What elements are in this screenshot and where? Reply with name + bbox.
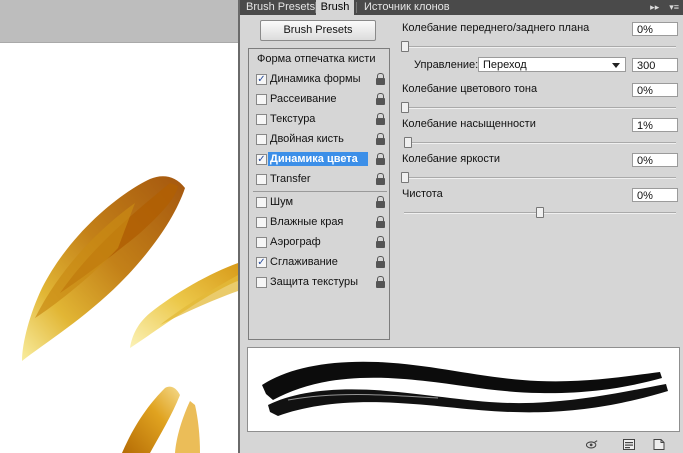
fade-steps-input[interactable]: 300 [632,58,678,72]
slider-thumb[interactable] [404,137,412,148]
panel-menu-icon[interactable]: ▾≡ [669,2,679,13]
option-label: Рассеивание [270,93,337,105]
brush-presets-button[interactable]: Brush Presets [260,20,376,41]
tab-brush-presets[interactable]: Brush Presets [240,0,321,15]
hue-jitter-label: Колебание цветового тона [402,83,538,95]
tab-clone-source[interactable]: Источник клонов [358,0,456,15]
panel-tab-bar: Brush Presets Brush Источник клонов ▸▸ ▾… [240,0,683,15]
lock-icon[interactable] [376,256,385,268]
lock-icon[interactable] [376,93,385,105]
option-label: Динамика цвета [268,152,368,166]
option-label: Шум [270,196,294,208]
saturation-jitter-input[interactable]: 1% [632,118,678,132]
fg-bg-jitter-label: Колебание переднего/заднего плана [402,22,590,34]
tab-divider [356,2,357,13]
option-texture[interactable]: Текстура [249,111,389,129]
option-smoothing[interactable]: ✓ Сглаживание [249,254,389,272]
checkbox[interactable] [256,277,267,288]
purity-slider[interactable] [404,207,676,218]
new-preset-icon[interactable] [623,439,635,450]
create-new-icon[interactable] [653,439,665,450]
tab-brush[interactable]: Brush [316,0,354,15]
brightness-jitter-slider[interactable] [401,172,676,183]
option-label: Transfer [270,173,311,185]
purity-input[interactable]: 0% [632,188,678,202]
lock-icon[interactable] [376,236,385,248]
saturation-jitter-slider[interactable] [404,137,676,148]
lock-icon[interactable] [376,133,385,145]
lock-icon[interactable] [376,196,385,208]
checkbox[interactable]: ✓ [256,154,267,165]
brush-options-list: Форма отпечатка кисти ✓ Динамика формы Р… [248,48,390,340]
option-dual-brush[interactable]: Двойная кисть [249,131,389,149]
document-canvas[interactable] [0,0,238,453]
hue-jitter-input[interactable]: 0% [632,83,678,97]
control-select[interactable]: Переход [478,57,626,72]
hue-jitter-slider[interactable] [401,102,676,113]
checkbox[interactable] [256,134,267,145]
option-label: Динамика формы [270,73,361,85]
checkbox[interactable] [256,94,267,105]
preview-stroke [262,361,668,416]
slider-thumb[interactable] [536,207,544,218]
slider-thumb[interactable] [401,41,409,52]
option-protect-texture[interactable]: Защита текстуры [249,274,389,292]
option-scattering[interactable]: Рассеивание [249,91,389,109]
saturation-jitter-label: Колебание насыщенности [402,118,536,130]
panel-bottom-bar [240,437,683,453]
eye-toggle-icon[interactable] [586,439,598,450]
option-label: Защита текстуры [270,276,359,288]
painted-strokes [22,176,238,453]
lock-icon[interactable] [376,173,385,185]
checkbox[interactable] [256,114,267,125]
collapse-panel-icon[interactable]: ▸▸ [650,2,659,13]
option-label: Влажные края [270,216,344,228]
brightness-jitter-input[interactable]: 0% [632,153,678,167]
slider-thumb[interactable] [401,102,409,113]
fg-bg-jitter-input[interactable]: 0% [632,22,678,36]
option-shape-dynamics[interactable]: ✓ Динамика формы [249,71,389,89]
brush-stroke-preview [247,347,680,432]
lock-icon[interactable] [376,153,385,165]
fg-bg-jitter-slider[interactable] [401,41,676,52]
brush-tip-shape-item[interactable]: Форма отпечатка кисти [257,53,375,65]
slider-thumb[interactable] [401,172,409,183]
option-label: Сглаживание [270,256,338,268]
option-transfer[interactable]: Transfer [249,171,389,189]
chevron-down-icon [612,63,620,68]
control-select-value: Переход [483,59,527,71]
option-color-dynamics[interactable]: ✓ Динамика цвета [249,151,389,169]
option-label: Текстура [270,113,316,125]
checkbox[interactable] [256,197,267,208]
option-wet-edges[interactable]: Влажные края [249,214,389,232]
control-label: Управление: [414,59,479,71]
lock-icon[interactable] [376,276,385,288]
lock-icon[interactable] [376,113,385,125]
checkbox[interactable]: ✓ [256,74,267,85]
brush-panel: Brush Presets Brush Источник клонов ▸▸ ▾… [238,0,683,453]
options-divider [253,191,387,192]
checkbox[interactable] [256,237,267,248]
option-label: Двойная кисть [270,133,344,145]
option-label: Аэрограф [270,236,321,248]
purity-label: Чистота [402,188,443,200]
lock-icon[interactable] [376,216,385,228]
option-noise[interactable]: Шум [249,194,389,212]
canvas-pasteboard [0,0,238,43]
lock-icon[interactable] [376,73,385,85]
checkbox[interactable] [256,217,267,228]
checkbox[interactable]: ✓ [256,257,267,268]
brightness-jitter-label: Колебание яркости [402,153,501,165]
option-airbrush[interactable]: Аэрограф [249,234,389,252]
checkbox[interactable] [256,174,267,185]
